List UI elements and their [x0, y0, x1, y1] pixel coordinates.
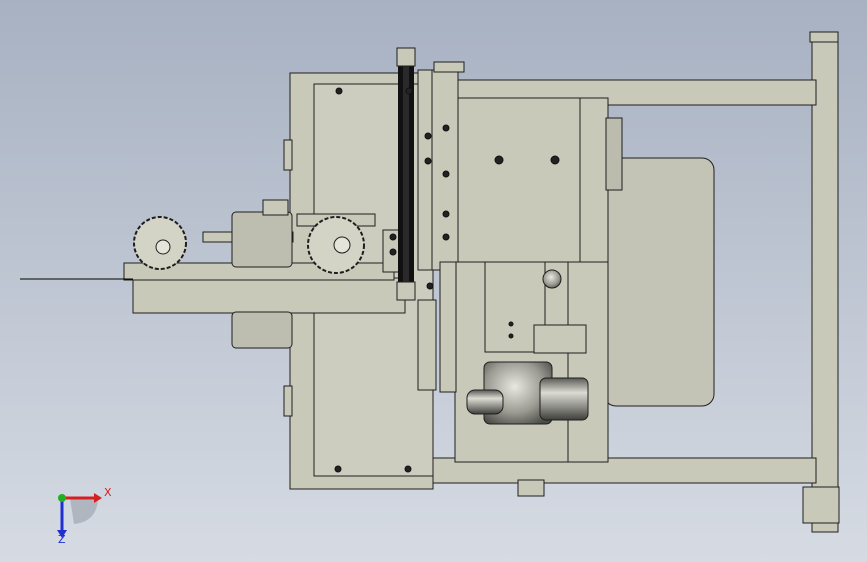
right-upright-cap: [809, 31, 839, 43]
belt-top-pulley: [396, 47, 416, 67]
lower-bracket: [533, 324, 587, 354]
slide-side-block: [605, 117, 623, 191]
feed-gear-right-hub: [333, 236, 351, 254]
screw-hole: [389, 233, 397, 241]
left-motor-top: [231, 211, 293, 268]
lower-slide-right: [567, 261, 609, 463]
guide-column-cap: [433, 61, 465, 73]
screw-hole: [442, 233, 450, 241]
plate-knob-bottom: [283, 385, 293, 417]
screw-hole: [424, 157, 432, 165]
rear-motor-housing: [603, 157, 715, 407]
screw-hole: [550, 155, 560, 165]
left-motor-bottom: [231, 311, 293, 349]
screw-hole: [404, 465, 412, 473]
actuator-cylinder: [539, 377, 589, 421]
x-axis-arrow: [94, 493, 102, 503]
screw-hole: [426, 282, 434, 290]
screw-hole: [442, 170, 450, 178]
actuator-pin: [542, 269, 562, 289]
right-upright-foot: [802, 486, 840, 524]
slide-body-right: [579, 97, 609, 264]
screw-hole: [424, 132, 432, 140]
feed-gear-left-hub: [155, 239, 171, 255]
plate-knob-top: [283, 139, 293, 171]
screw-hole: [494, 155, 504, 165]
cad-viewport[interactable]: X Z: [0, 0, 867, 562]
belt-bottom-pulley: [396, 281, 416, 301]
axis-triad: X Z: [40, 478, 120, 548]
left-motor-flange: [262, 199, 289, 216]
actuator-shaft: [466, 389, 504, 415]
lower-column-b: [439, 261, 457, 393]
bottom-tab: [517, 479, 545, 497]
screw-hole: [335, 87, 343, 95]
mechanism-model[interactable]: [0, 0, 867, 562]
screw-hole: [442, 124, 450, 132]
z-axis-label: Z: [58, 533, 66, 546]
lower-column: [417, 299, 437, 391]
screw-hole: [389, 248, 397, 256]
screw-hole: [508, 333, 514, 339]
screw-hole: [508, 321, 514, 327]
screw-hole: [405, 87, 413, 95]
screw-hole: [334, 465, 342, 473]
triad-shadow: [70, 498, 98, 524]
right-upright: [811, 31, 839, 533]
x-axis-label: X: [104, 486, 112, 499]
feed-arm: [132, 277, 406, 314]
screw-hole: [442, 210, 450, 218]
y-axis-dot: [58, 494, 66, 502]
